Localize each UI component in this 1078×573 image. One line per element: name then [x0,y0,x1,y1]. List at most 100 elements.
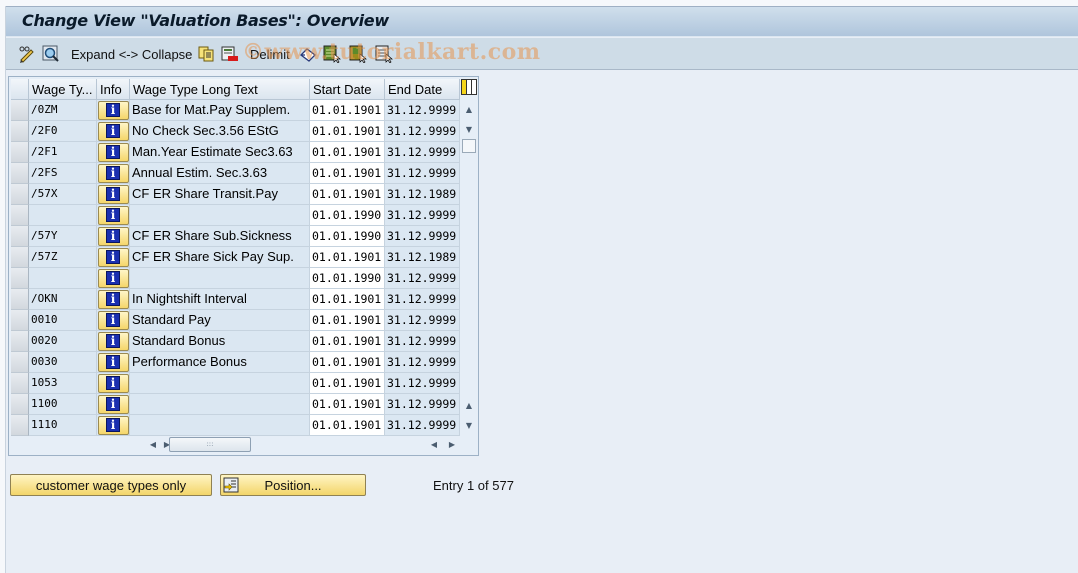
start-date-cell[interactable]: 01.01.1990 [310,268,385,289]
info-button[interactable]: i [97,415,129,435]
start-date-cell[interactable]: 01.01.1901 [310,331,385,352]
column-header-wage-type[interactable]: Wage Ty... [29,79,97,100]
info-button[interactable]: i [97,310,129,330]
start-date-cell[interactable]: 01.01.1901 [310,352,385,373]
delimit-button[interactable]: Delimit [250,44,290,64]
horizontal-scrollbar[interactable]: ◀ ▶ ::: ◀ ▶ [9,436,479,453]
row-selector[interactable] [11,352,29,373]
select-block-button[interactable] [349,44,367,64]
delete-button[interactable] [221,44,239,64]
table-row[interactable]: 0030 i Performance Bonus 01.01.1901 31.12.99… [11,352,460,373]
start-date-cell[interactable]: 01.01.1901 [310,184,385,205]
end-date-cell[interactable]: 31.12.9999 [385,415,460,436]
long-text-cell[interactable] [130,373,310,394]
deselect-all-button[interactable] [375,44,393,64]
horizontal-scroll-thumb[interactable]: ::: [169,437,251,452]
scroll-right-end-button[interactable]: ▶ [445,437,459,451]
long-text-cell[interactable]: Annual Estim. Sec.3.63 [130,163,310,184]
table-row[interactable]: /2F1 i Man.Year Estimate Sec3.63 01.01.1901… [11,142,460,163]
scroll-up-button[interactable]: ▲ [461,99,477,119]
scroll-down-button[interactable]: ▼ [461,119,477,139]
wage-type-cell[interactable]: 1110 [29,415,97,436]
start-date-cell[interactable]: 01.01.1901 [310,247,385,268]
start-date-cell[interactable]: 01.01.1990 [310,226,385,247]
wage-type-cell[interactable] [29,205,97,226]
info-button[interactable]: i [97,226,129,246]
end-date-cell[interactable]: 31.12.9999 [385,289,460,310]
row-selector[interactable] [11,121,29,142]
end-date-cell[interactable]: 31.12.9999 [385,205,460,226]
wage-type-cell[interactable]: /0ZM [29,100,97,121]
info-button[interactable]: i [97,121,129,141]
start-date-cell[interactable]: 01.01.1901 [310,415,385,436]
customer-wage-types-button[interactable]: customer wage types only [10,474,212,496]
start-date-cell[interactable]: 01.01.1901 [310,142,385,163]
long-text-cell[interactable]: CF ER Share Transit.Pay [130,184,310,205]
end-date-cell[interactable]: 31.12.9999 [385,331,460,352]
info-button[interactable]: i [97,289,129,309]
wage-type-cell[interactable]: 1053 [29,373,97,394]
scroll-left-end-button[interactable]: ◀ [427,437,441,451]
end-date-cell[interactable]: 31.12.9999 [385,142,460,163]
start-date-cell[interactable]: 01.01.1901 [310,289,385,310]
row-selector[interactable] [11,100,29,121]
select-all-button[interactable] [323,44,341,64]
start-date-cell[interactable]: 01.01.1990 [310,205,385,226]
table-row[interactable]: 1053 i 01.01.1901 31.12.9999 [11,373,460,394]
start-date-cell[interactable]: 01.01.1901 [310,163,385,184]
row-selector[interactable] [11,373,29,394]
start-date-cell[interactable]: 01.01.1901 [310,121,385,142]
end-date-cell[interactable]: 31.12.9999 [385,373,460,394]
table-row[interactable]: /57X i CF ER Share Transit.Pay 01.01.1901 31… [11,184,460,205]
end-date-cell[interactable]: 31.12.9999 [385,310,460,331]
long-text-cell[interactable] [130,205,310,226]
end-date-cell[interactable]: 31.12.1989 [385,184,460,205]
expand-collapse-button[interactable]: Expand <-> Collapse [71,44,192,64]
table-row[interactable]: i 01.01.1990 31.12.9999 [11,205,460,226]
wage-type-cell[interactable]: 1100 [29,394,97,415]
end-date-cell[interactable]: 31.12.9999 [385,352,460,373]
scroll-page-up-button[interactable]: ▲ [461,395,477,415]
end-date-cell[interactable]: 31.12.9999 [385,226,460,247]
info-button[interactable]: i [97,352,129,372]
end-date-cell[interactable]: 31.12.1989 [385,247,460,268]
table-row[interactable]: /57Z i CF ER Share Sick Pay Sup. 01.01.1901… [11,247,460,268]
end-date-cell[interactable]: 31.12.9999 [385,100,460,121]
long-text-cell[interactable]: Performance Bonus [130,352,310,373]
wage-type-cell[interactable]: 0020 [29,331,97,352]
info-button[interactable]: i [97,394,129,414]
long-text-cell[interactable]: Standard Pay [130,310,310,331]
row-selector[interactable] [11,310,29,331]
table-row[interactable]: i 01.01.1990 31.12.9999 [11,268,460,289]
wage-type-cell[interactable] [29,268,97,289]
details-button[interactable] [42,44,60,64]
scroll-left-button[interactable]: ◀ [146,437,160,451]
row-selector[interactable] [11,415,29,436]
table-row[interactable]: 1110 i 01.01.1901 31.12.9999 [11,415,460,436]
scroll-thumb[interactable] [462,139,476,153]
row-selector[interactable] [11,226,29,247]
column-header-long-text[interactable]: Wage Type Long Text [130,79,310,100]
table-row[interactable]: 0020 i Standard Bonus 01.01.1901 31.12.9999 [11,331,460,352]
start-date-cell[interactable]: 01.01.1901 [310,394,385,415]
column-header-info[interactable]: Info [97,79,130,100]
info-button[interactable]: i [97,100,129,120]
wage-type-cell[interactable]: 0010 [29,310,97,331]
info-button[interactable]: i [97,184,129,204]
select-all-rows-cell[interactable] [11,79,29,100]
info-button[interactable]: i [97,142,129,162]
long-text-cell[interactable]: CF ER Share Sub.Sickness [130,226,310,247]
table-row[interactable]: /0ZM i Base for Mat.Pay Supplem. 01.01.1901… [11,100,460,121]
info-button[interactable]: i [97,373,129,393]
start-date-cell[interactable]: 01.01.1901 [310,373,385,394]
column-header-end-date[interactable]: End Date [385,79,460,100]
long-text-cell[interactable]: Man.Year Estimate Sec3.63 [130,142,310,163]
row-selector[interactable] [11,205,29,226]
long-text-cell[interactable]: CF ER Share Sick Pay Sup. [130,247,310,268]
start-date-cell[interactable]: 01.01.1901 [310,310,385,331]
end-date-cell[interactable]: 31.12.9999 [385,163,460,184]
row-selector[interactable] [11,331,29,352]
long-text-cell[interactable]: Standard Bonus [130,331,310,352]
long-text-cell[interactable]: Base for Mat.Pay Supplem. [130,100,310,121]
end-date-cell[interactable]: 31.12.9999 [385,268,460,289]
